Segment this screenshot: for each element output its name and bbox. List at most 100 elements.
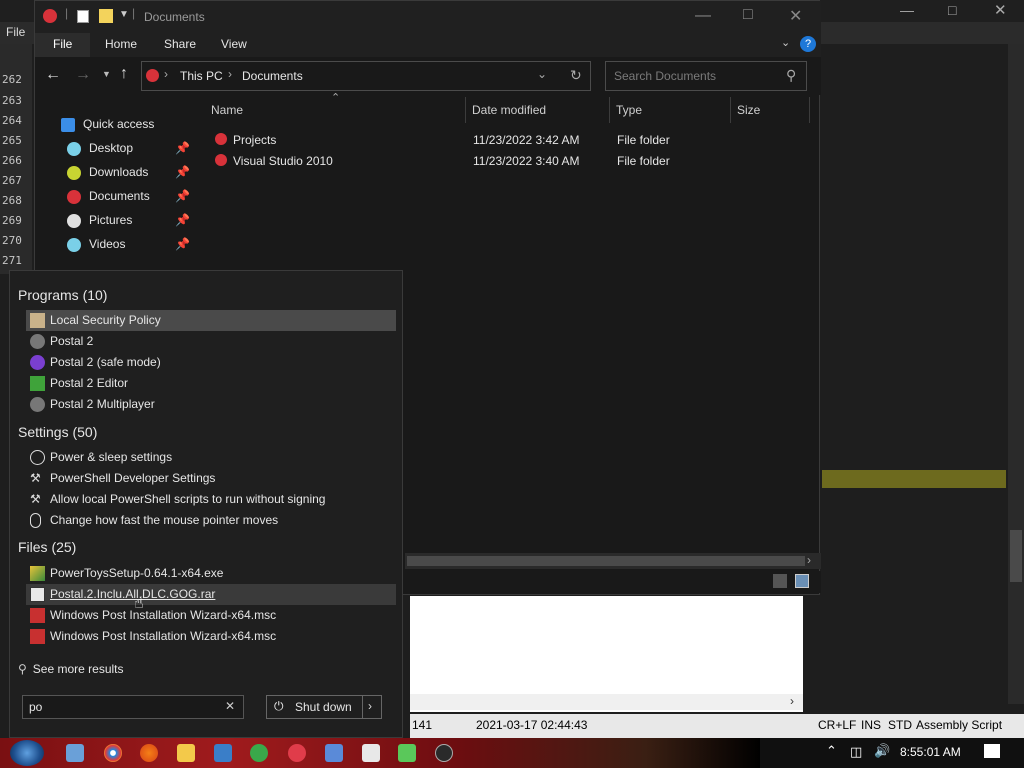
- address-bar[interactable]: › This PC › Documents ⌄ ↻: [141, 61, 591, 91]
- result-allow-powershell-scripts[interactable]: ⚒ Allow local PowerShell scripts to run w…: [26, 489, 396, 510]
- result-power-sleep-settings[interactable]: Power & sleep settings: [26, 447, 396, 468]
- tab-home[interactable]: Home: [105, 37, 137, 51]
- network-icon[interactable]: ◫: [850, 744, 862, 760]
- new-folder-icon[interactable]: [99, 9, 113, 23]
- green-app-icon[interactable]: [250, 744, 268, 762]
- file-row-visual-studio-2010[interactable]: Visual Studio 2010 11/23/2022 3:40 AM Fi…: [211, 153, 771, 173]
- blue-app-icon[interactable]: [325, 744, 343, 762]
- bg-menu-file[interactable]: File: [6, 25, 25, 39]
- keyboard-icon[interactable]: [66, 744, 84, 762]
- nav-quick-access[interactable]: Quick access: [61, 117, 154, 139]
- line-number: 262: [2, 73, 22, 86]
- nav-label: Downloads: [89, 165, 149, 179]
- shutdown-options-button[interactable]: ›: [362, 695, 382, 719]
- refresh-icon[interactable]: ↻: [570, 67, 582, 84]
- search-icon: ⚲: [18, 662, 27, 676]
- 7zip-icon[interactable]: [362, 744, 380, 762]
- notifications-icon[interactable]: [984, 744, 1000, 758]
- forward-icon[interactable]: →: [75, 66, 91, 84]
- result-postal-2[interactable]: Postal 2: [26, 331, 396, 352]
- breadcrumb-documents[interactable]: Documents: [242, 69, 303, 83]
- help-icon[interactable]: ?: [800, 36, 816, 52]
- volume-icon[interactable]: 🔊: [874, 743, 890, 759]
- address-dropdown-icon[interactable]: ⌄: [537, 67, 547, 81]
- status-line: 141: [412, 718, 433, 732]
- pin-icon[interactable]: 📌: [175, 165, 190, 179]
- details-view-icon[interactable]: [773, 574, 787, 588]
- firefox-icon[interactable]: [140, 744, 158, 762]
- result-postal-2-editor[interactable]: Postal 2 Editor: [26, 373, 396, 394]
- file-row-projects[interactable]: Projects 11/23/2022 3:42 AM File folder: [211, 132, 771, 152]
- pin-icon[interactable]: 📌: [175, 189, 190, 203]
- nav-videos[interactable]: Videos: [67, 237, 125, 259]
- xbox-icon[interactable]: [435, 744, 453, 762]
- recent-locations-icon[interactable]: ▼: [102, 69, 111, 79]
- minimize-icon[interactable]: —: [695, 7, 711, 25]
- explorer-scroll-thumb[interactable]: [407, 556, 805, 566]
- column-header-type[interactable]: Type: [616, 103, 642, 117]
- close-icon[interactable]: ✕: [789, 6, 802, 26]
- notepad-icon[interactable]: [398, 744, 416, 762]
- chevron-right-icon[interactable]: ›: [164, 67, 168, 81]
- column-header-name[interactable]: Name: [211, 103, 243, 117]
- show-hidden-icons-icon[interactable]: ⌃: [826, 743, 837, 759]
- properties-icon[interactable]: [77, 10, 89, 23]
- result-postal-2-multiplayer[interactable]: Postal 2 Multiplayer: [26, 394, 396, 415]
- bg-close-icon[interactable]: ✕: [994, 1, 1007, 19]
- editor-vertical-scrollbar[interactable]: [1008, 44, 1024, 704]
- large-icons-view-icon[interactable]: [795, 574, 809, 588]
- editor-highlighted-line: [822, 470, 1006, 488]
- breadcrumb-this-pc[interactable]: This PC: [180, 69, 223, 83]
- pin-icon[interactable]: 📌: [175, 213, 190, 227]
- bg-maximize-icon[interactable]: □: [948, 2, 956, 18]
- search-documents-input[interactable]: Search Documents ⚲: [605, 61, 807, 91]
- editor-horizontal-scrollbar[interactable]: ›: [410, 694, 803, 710]
- result-windows-post-install-1[interactable]: Windows Post Installation Wizard-x64.msc: [26, 605, 396, 626]
- red-app-icon[interactable]: [288, 744, 306, 762]
- vb-app-icon[interactable]: [214, 744, 232, 762]
- start-search-input[interactable]: po ✕: [22, 695, 244, 719]
- shutdown-button[interactable]: ⏻ Shut down: [266, 695, 368, 719]
- result-mouse-pointer-speed[interactable]: Change how fast the mouse pointer moves: [26, 510, 396, 531]
- tab-view[interactable]: View: [221, 37, 247, 51]
- file-explorer-icon[interactable]: [177, 744, 195, 762]
- pin-icon[interactable]: 📌: [175, 237, 190, 251]
- nav-downloads[interactable]: Downloads: [67, 165, 148, 187]
- pin-icon[interactable]: 📌: [175, 141, 190, 155]
- nav-pictures[interactable]: Pictures: [67, 213, 132, 235]
- bg-minimize-icon[interactable]: —: [900, 2, 914, 18]
- scroll-right-icon[interactable]: ›: [807, 553, 811, 567]
- file-name: Visual Studio 2010: [233, 154, 333, 168]
- result-windows-post-install-2[interactable]: Windows Post Installation Wizard-x64.msc: [26, 626, 396, 647]
- search-placeholder: Search Documents: [614, 69, 717, 83]
- back-icon[interactable]: ←: [45, 66, 61, 84]
- see-more-results-link[interactable]: ⚲ See more results: [18, 662, 124, 680]
- chrome-icon[interactable]: [104, 744, 122, 762]
- status-eol: CR+LF: [818, 718, 857, 732]
- result-local-security-policy[interactable]: Local Security Policy: [26, 310, 396, 331]
- ribbon-tabs: File Home Share View ⌄ ?: [35, 33, 821, 57]
- tab-share[interactable]: Share: [164, 37, 196, 51]
- result-powershell-developer-settings[interactable]: ⚒ PowerShell Developer Settings: [26, 468, 396, 489]
- start-button[interactable]: [10, 740, 44, 766]
- quick-access-dropdown-icon[interactable]: ▼: [119, 9, 129, 20]
- nav-documents[interactable]: Documents: [67, 189, 150, 211]
- column-header-date-modified[interactable]: Date modified: [472, 103, 546, 117]
- expand-ribbon-icon[interactable]: ⌄: [781, 36, 790, 49]
- up-icon[interactable]: ↑: [120, 65, 128, 83]
- tab-file[interactable]: File: [35, 33, 90, 57]
- editor-scroll-thumb[interactable]: [1010, 530, 1022, 582]
- search-icon[interactable]: ⚲: [786, 67, 796, 84]
- taskbar-clock[interactable]: 8:55:01 AM: [900, 745, 961, 759]
- scroll-right-icon[interactable]: ›: [790, 694, 794, 708]
- chevron-right-icon[interactable]: ›: [228, 67, 232, 81]
- column-header-size[interactable]: Size: [737, 103, 760, 117]
- result-postal-2-rar[interactable]: Postal.2.Inclu.All.DLC.GOG.rar: [26, 584, 396, 605]
- developer-tools-icon: ⚒: [30, 471, 41, 485]
- power-icon: ⏻: [274, 699, 284, 713]
- nav-desktop[interactable]: Desktop: [67, 141, 133, 163]
- result-powertoys-setup[interactable]: PowerToysSetup-0.64.1-x64.exe: [26, 563, 396, 584]
- maximize-icon[interactable]: □: [743, 6, 753, 24]
- clear-search-icon[interactable]: ✕: [225, 699, 235, 713]
- result-postal-2-safe-mode[interactable]: Postal 2 (safe mode): [26, 352, 396, 373]
